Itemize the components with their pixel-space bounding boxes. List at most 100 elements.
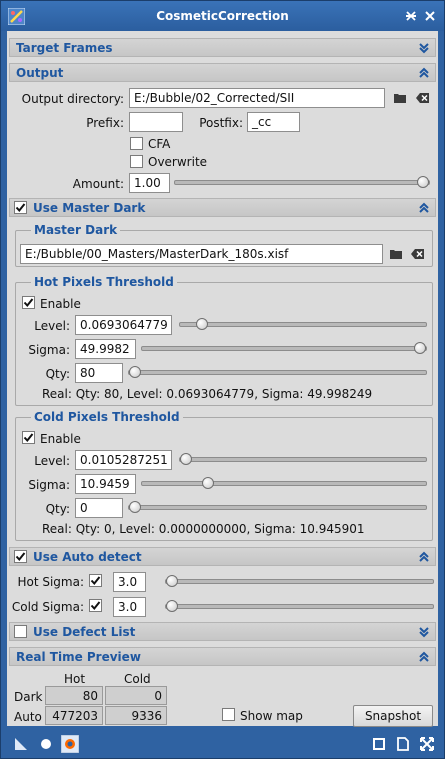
preview-icon[interactable] xyxy=(372,737,386,751)
hot-sigma-label: Sigma: xyxy=(28,343,70,357)
folder-icon[interactable] xyxy=(393,92,407,104)
output-directory-input[interactable]: E:/Bubble/02_Corrected/SII xyxy=(129,88,385,108)
expand-chevron-icon[interactable] xyxy=(418,626,430,638)
cold-level-slider[interactable] xyxy=(179,453,427,465)
amount-input[interactable]: 1.00 xyxy=(129,173,170,193)
hot-enable-label: Enable xyxy=(40,297,81,311)
section-label: Target Frames xyxy=(16,41,113,55)
hot-sigma-auto-slider[interactable] xyxy=(165,575,434,587)
cfa-label: CFA xyxy=(148,137,171,151)
expand-icon[interactable] xyxy=(420,737,434,751)
cold-sigma-auto-input[interactable]: 3.0 xyxy=(113,597,146,617)
master-dark-path-input[interactable]: E:/Bubble/00_Masters/MasterDark_180s.xis… xyxy=(20,244,383,264)
section-target-frames[interactable]: Target Frames xyxy=(9,38,436,57)
slider-knob[interactable] xyxy=(414,342,426,354)
hot-qty-slider[interactable] xyxy=(128,366,427,378)
clear-icon[interactable] xyxy=(411,248,425,260)
section-output[interactable]: Output xyxy=(9,63,436,82)
close-icon[interactable] xyxy=(424,10,436,22)
cold-sigma-label: Sigma: xyxy=(28,478,70,492)
hot-level-input[interactable]: 0.0693064779 xyxy=(75,315,172,335)
cold-real-text: Real: Qty: 0, Level: 0.0000000000, Sigma… xyxy=(42,522,365,536)
section-use-auto-detect[interactable]: Use Auto detect xyxy=(9,547,436,566)
slider-knob[interactable] xyxy=(166,575,178,587)
collapse-chevron-icon[interactable] xyxy=(418,651,430,663)
use-auto-detect-checkbox[interactable] xyxy=(14,550,27,563)
cold-level-label: Level: xyxy=(34,454,70,468)
preview-col-cold: Cold xyxy=(124,672,151,686)
section-label: Use Defect List xyxy=(33,625,136,639)
hot-level-slider[interactable] xyxy=(179,318,427,330)
overwrite-label: Overwrite xyxy=(148,155,208,169)
section-real-time-preview[interactable]: Real Time Preview xyxy=(9,647,436,666)
cold-level-input[interactable]: 0.0105287251 xyxy=(75,450,172,470)
preview-row-auto: Auto xyxy=(14,710,42,724)
hot-qty-label: Qty: xyxy=(45,367,70,381)
new-instance-icon[interactable] xyxy=(14,737,28,751)
amount-label: Amount: xyxy=(72,177,124,191)
amount-slider[interactable] xyxy=(174,176,430,188)
section-label: Real Time Preview xyxy=(16,650,141,664)
hot-sigma-slider[interactable] xyxy=(141,342,427,354)
cold-sigma-auto-slider[interactable] xyxy=(165,600,434,612)
preview-row-dark: Dark xyxy=(14,690,43,704)
cold-sigma-slider[interactable] xyxy=(141,477,427,489)
hot-real-text: Real: Qty: 80, Level: 0.0693064779, Sigm… xyxy=(42,387,373,401)
prefix-input[interactable] xyxy=(129,112,183,132)
cold-enable-checkbox[interactable] xyxy=(22,431,35,444)
cold-qty-label: Qty: xyxy=(45,502,70,516)
bottom-toolbar xyxy=(1,728,444,758)
master-dark-group-title: Master Dark xyxy=(31,223,121,237)
slider-knob[interactable] xyxy=(202,477,214,489)
clear-icon[interactable] xyxy=(416,92,430,104)
folder-icon[interactable] xyxy=(389,248,403,260)
postfix-input[interactable]: _cc xyxy=(247,112,300,132)
show-map-checkbox[interactable] xyxy=(222,708,235,721)
hot-sigma-auto-checkbox[interactable] xyxy=(89,574,102,587)
expand-chevron-icon[interactable] xyxy=(418,42,430,54)
cosmetic-correction-window: CosmeticCorrection Target Frames Output … xyxy=(0,0,445,759)
collapse-chevron-icon[interactable] xyxy=(418,202,430,214)
postfix-label: Postfix: xyxy=(199,116,243,130)
slider-knob[interactable] xyxy=(166,600,178,612)
section-label: Output xyxy=(16,66,64,80)
document-icon[interactable] xyxy=(396,737,410,751)
collapse-chevron-icon[interactable] xyxy=(418,67,430,79)
reset-icon[interactable] xyxy=(60,734,80,754)
cold-qty-input[interactable]: 0 xyxy=(75,498,123,518)
hot-sigma-auto-input[interactable]: 3.0 xyxy=(113,572,146,592)
cold-sigma-input[interactable]: 10.9459 xyxy=(75,474,136,494)
section-label: Use Auto detect xyxy=(33,550,142,564)
window-title: CosmeticCorrection xyxy=(156,9,289,23)
output-directory-label: Output directory: xyxy=(21,92,124,106)
section-label: Use Master Dark xyxy=(33,201,146,215)
snapshot-button[interactable]: Snapshot xyxy=(353,705,433,727)
slider-knob[interactable] xyxy=(417,176,429,188)
section-use-defect-list[interactable]: Use Defect List xyxy=(9,622,436,641)
apply-global-icon[interactable] xyxy=(39,737,53,751)
hot-sigma-input[interactable]: 49.9982 xyxy=(75,339,136,359)
hot-sigma-auto-label: Hot Sigma: xyxy=(17,575,84,589)
slider-knob[interactable] xyxy=(129,366,141,378)
section-use-master-dark[interactable]: Use Master Dark xyxy=(9,198,436,217)
slider-knob[interactable] xyxy=(196,318,208,330)
title-bar[interactable]: CosmeticCorrection xyxy=(1,1,444,31)
use-master-dark-checkbox[interactable] xyxy=(14,201,27,214)
collapse-chevron-icon[interactable] xyxy=(418,551,430,563)
cold-qty-slider[interactable] xyxy=(128,501,427,513)
preview-col-hot: Hot xyxy=(64,672,86,686)
use-defect-list-checkbox[interactable] xyxy=(14,625,27,638)
slider-knob[interactable] xyxy=(180,453,192,465)
pin-icon[interactable] xyxy=(405,10,417,22)
hot-qty-input[interactable]: 80 xyxy=(75,363,123,383)
hot-enable-checkbox[interactable] xyxy=(22,296,35,309)
cold-enable-label: Enable xyxy=(40,432,81,446)
dark-hot-cell: 80 xyxy=(45,686,103,705)
slider-knob[interactable] xyxy=(129,501,141,513)
show-map-label: Show map xyxy=(240,709,303,723)
cold-sigma-auto-checkbox[interactable] xyxy=(89,599,102,612)
overwrite-checkbox[interactable] xyxy=(130,155,143,168)
auto-hot-cell: 477203 xyxy=(45,706,103,725)
cold-sigma-auto-label: Cold Sigma: xyxy=(11,600,84,614)
cfa-checkbox[interactable] xyxy=(130,137,143,150)
